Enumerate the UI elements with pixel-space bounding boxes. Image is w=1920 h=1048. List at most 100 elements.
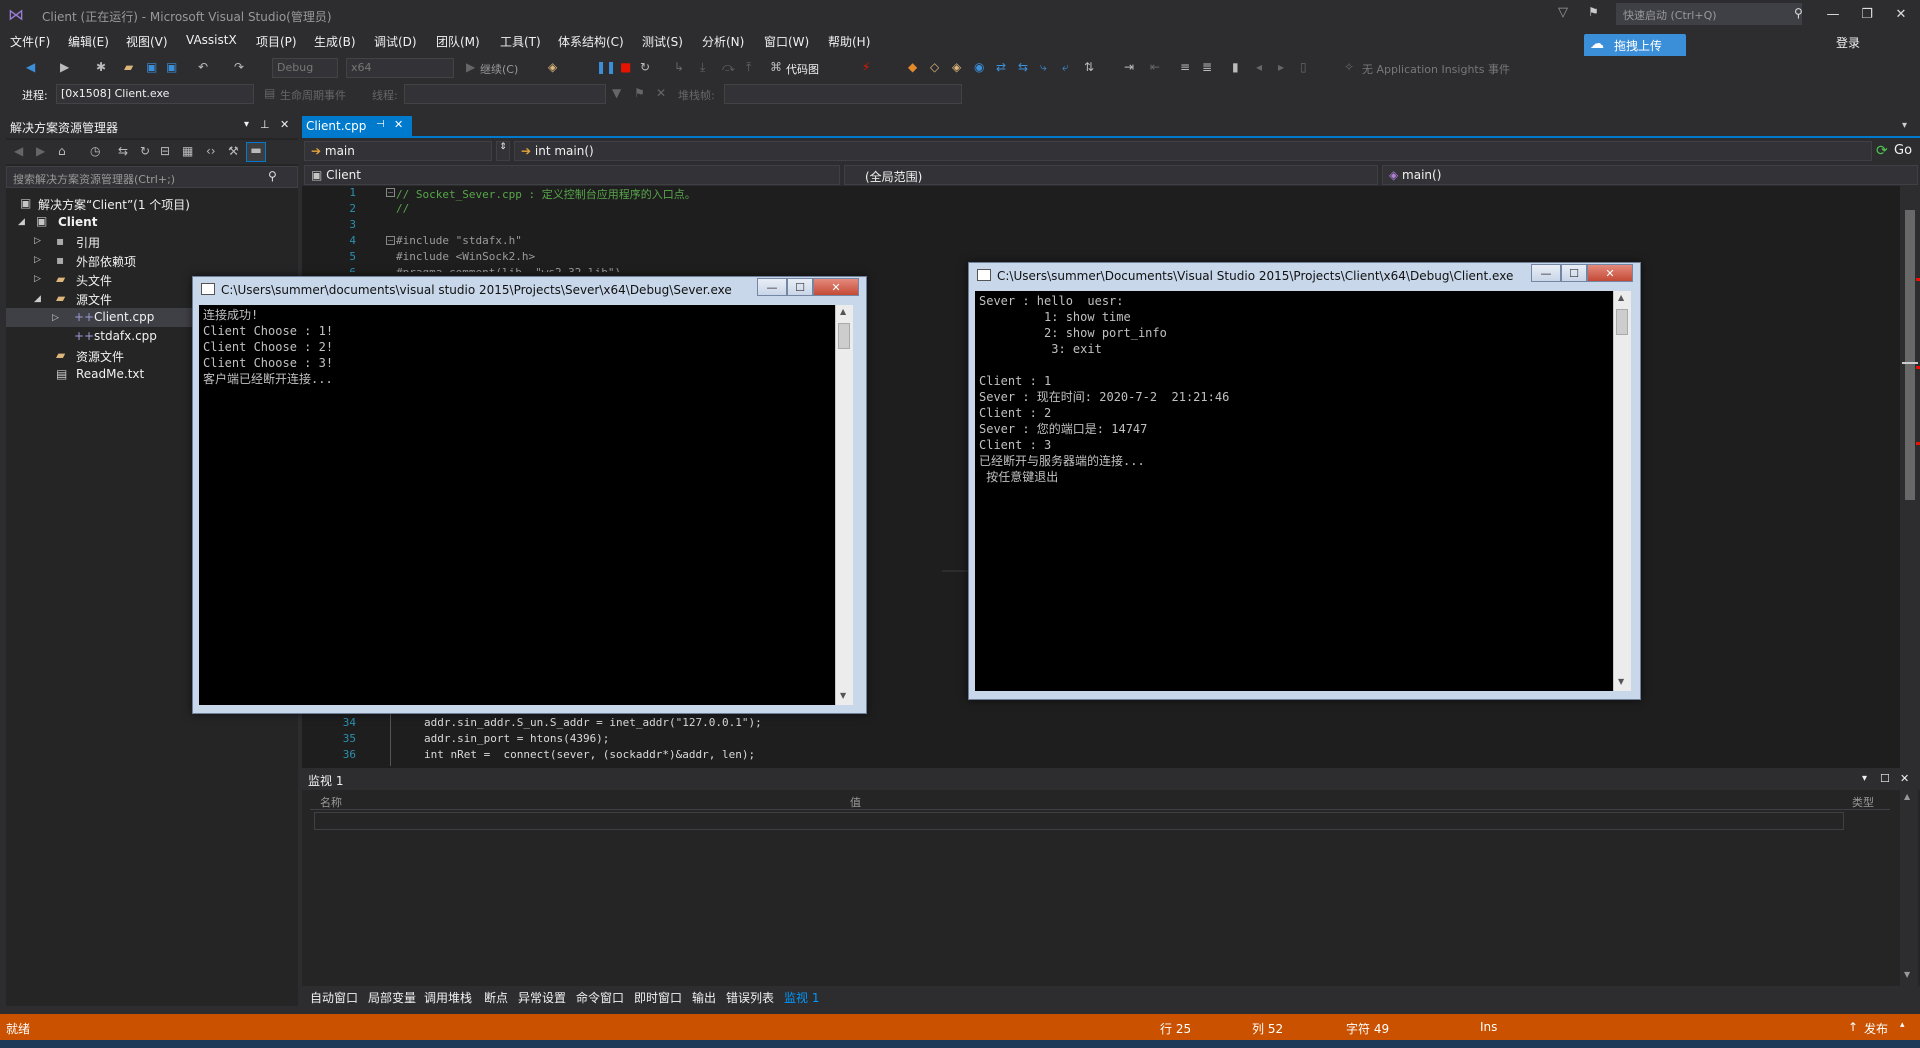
tree-item-stdafx-cpp[interactable]: stdafx.cpp	[94, 329, 157, 343]
menu-window[interactable]: 窗口(W)	[764, 33, 809, 50]
menu-view[interactable]: 视图(V)	[126, 33, 168, 50]
forward-icon[interactable]: ▶	[60, 60, 69, 74]
stack-frame-combo[interactable]	[724, 84, 962, 104]
lifecycle-events[interactable]: 生命周期事件	[280, 87, 346, 103]
dropdown-icon[interactable]: ▾	[244, 119, 249, 130]
go-button[interactable]: Go	[1894, 143, 1912, 158]
process-icon[interactable]: ◈	[548, 60, 557, 74]
collapse-region-icon[interactable]: −	[386, 236, 395, 245]
process-combo[interactable]: [0x1508] Client.exe	[56, 84, 254, 104]
menu-project[interactable]: 项目(P)	[256, 33, 297, 50]
va-tool-icon-2[interactable]: ◇	[930, 60, 939, 74]
config-combo[interactable]: Debug	[272, 58, 338, 78]
notification-icon[interactable]: ⚑	[1588, 5, 1599, 19]
scroll-down-icon[interactable]: ▼	[1618, 677, 1624, 686]
platform-combo[interactable]: x64	[346, 58, 454, 78]
menu-edit[interactable]: 编辑(E)	[68, 33, 109, 50]
publish-dropdown-icon[interactable]: ▴	[1900, 1020, 1905, 1030]
console-scrollbar[interactable]: ▲ ▼	[835, 305, 853, 705]
scrollbar-thumb[interactable]	[1905, 210, 1915, 500]
dropdown-icon[interactable]: ▾	[1862, 773, 1867, 784]
preview-selected-icon[interactable]: ▬	[246, 142, 266, 162]
expand-arrow-icon[interactable]: ◢	[34, 294, 41, 304]
app-insights-label[interactable]: 无 Application Insights 事件	[1362, 61, 1510, 77]
va-tool-icon-4[interactable]: ◉	[974, 60, 984, 74]
console-scrollbar[interactable]: ▲ ▼	[1613, 291, 1631, 691]
member-combo[interactable]: ◈ main()	[1382, 165, 1918, 185]
scroll-down-icon[interactable]: ▼	[840, 691, 846, 700]
close-panel-icon[interactable]: ✕	[1900, 772, 1909, 785]
close-panel-icon[interactable]: ✕	[280, 118, 289, 131]
collapse-arrow-icon[interactable]: ▷	[34, 274, 41, 284]
thread-combo[interactable]	[404, 84, 606, 104]
code-map-icon[interactable]: ⌘	[770, 60, 782, 74]
filter-threads-icon[interactable]: ▼	[612, 86, 621, 100]
scrollbar-thumb[interactable]	[1616, 309, 1628, 335]
tree-item-resources[interactable]: 资源文件	[76, 348, 124, 365]
search-icon[interactable]: ⚲	[1794, 6, 1803, 20]
server-console-window[interactable]: C:\Users\summer\documents\visual studio …	[192, 276, 867, 714]
tab-error-list[interactable]: 错误列表	[726, 989, 774, 1006]
scroll-up-icon[interactable]: ▲	[1618, 293, 1624, 302]
save-all-icon[interactable]: ▣	[166, 60, 177, 74]
menu-architecture[interactable]: 体系结构(C)	[558, 33, 624, 50]
console-maximize-button[interactable]: ☐	[787, 278, 813, 296]
tab-breakpoints[interactable]: 断点	[484, 989, 508, 1006]
tab-immediate-window[interactable]: 即时窗口	[634, 989, 682, 1006]
redo-icon[interactable]: ↷	[234, 60, 244, 74]
forward-icon[interactable]: ▶	[36, 144, 45, 158]
collapse-arrow-icon[interactable]: ▷	[34, 236, 41, 246]
solution-search-input[interactable]: 搜索解决方案资源管理器(Ctrl+;)	[6, 166, 298, 188]
close-tab-icon[interactable]: ✕	[394, 118, 403, 131]
minimize-button[interactable]: —	[1818, 4, 1848, 26]
pending-changes-icon[interactable]: ◷	[90, 144, 100, 158]
restart-icon[interactable]: ↻	[640, 60, 650, 74]
project-combo[interactable]: ▣ Client	[304, 165, 840, 185]
step-into-icon[interactable]: ⤓	[700, 60, 705, 75]
indent-icon[interactable]: ⇥	[1124, 60, 1134, 74]
show-all-files-icon[interactable]: ▦	[182, 144, 193, 158]
properties-icon[interactable]: ⚒	[228, 144, 239, 158]
code-map-button[interactable]: 代码图	[786, 61, 819, 77]
console-maximize-button[interactable]: ☐	[1561, 264, 1587, 282]
menu-build[interactable]: 生成(B)	[314, 33, 356, 50]
va-tool-icon-1[interactable]: ◆	[908, 60, 917, 74]
tab-client-cpp[interactable]: Client.cpp ⊣ ✕	[302, 116, 412, 136]
va-tool-icon-3[interactable]: ◈	[952, 60, 961, 74]
menu-vassistx[interactable]: VAssistX	[186, 33, 237, 47]
publish-button[interactable]: 发布	[1864, 1020, 1888, 1037]
publish-icon[interactable]: ↑	[1848, 1020, 1858, 1034]
step-over-icon[interactable]: ⤼	[722, 60, 735, 75]
back-icon[interactable]: ◀	[26, 60, 35, 74]
scroll-up-icon[interactable]: ▲	[1904, 792, 1910, 801]
watch-empty-row[interactable]	[314, 812, 1844, 830]
menu-help[interactable]: 帮助(H)	[828, 33, 870, 50]
collapse-region-icon[interactable]: −	[386, 188, 395, 197]
tab-command-window[interactable]: 命令窗口	[576, 989, 624, 1006]
step-out-icon[interactable]: ⤒	[746, 60, 751, 75]
collapse-arrow-icon[interactable]: ▷	[52, 313, 59, 323]
comment-icon[interactable]: ≡	[1180, 60, 1190, 74]
scroll-up-icon[interactable]: ▲	[840, 307, 846, 316]
editor-scrollbar[interactable]	[1900, 186, 1920, 768]
scope-spin[interactable]: ⇕	[496, 141, 510, 161]
refresh-icon[interactable]: ↻	[140, 144, 150, 158]
tab-locals[interactable]: 局部变量	[368, 989, 416, 1006]
tree-item-external-deps[interactable]: 外部依赖项	[76, 253, 136, 270]
sync-icon[interactable]: ⇆	[118, 144, 128, 158]
view-code-icon[interactable]: ‹›	[206, 144, 216, 158]
watch-scrollbar[interactable]: ▲ ▼	[1900, 790, 1918, 986]
tab-call-stack[interactable]: 调用堆栈	[424, 989, 472, 1006]
pause-icon[interactable]: ❚❚	[596, 60, 616, 74]
expand-arrow-icon[interactable]: ◢	[18, 217, 25, 227]
col-value[interactable]: 值	[850, 794, 861, 810]
flag-thread-icon[interactable]: ⚑	[634, 86, 645, 100]
collapse-arrow-icon[interactable]: ▷	[34, 255, 41, 265]
va-tool-icon-9[interactable]: ⇅	[1084, 60, 1094, 74]
tab-watch-1[interactable]: 监视 1	[784, 989, 819, 1006]
pin-icon[interactable]: ⊣	[376, 119, 385, 130]
solution-node[interactable]: 解决方案“Client”(1 个项目)	[38, 196, 190, 213]
menu-test[interactable]: 测试(S)	[642, 33, 683, 50]
tab-autos[interactable]: 自动窗口	[310, 989, 358, 1006]
menu-analyze[interactable]: 分析(N)	[702, 33, 744, 50]
